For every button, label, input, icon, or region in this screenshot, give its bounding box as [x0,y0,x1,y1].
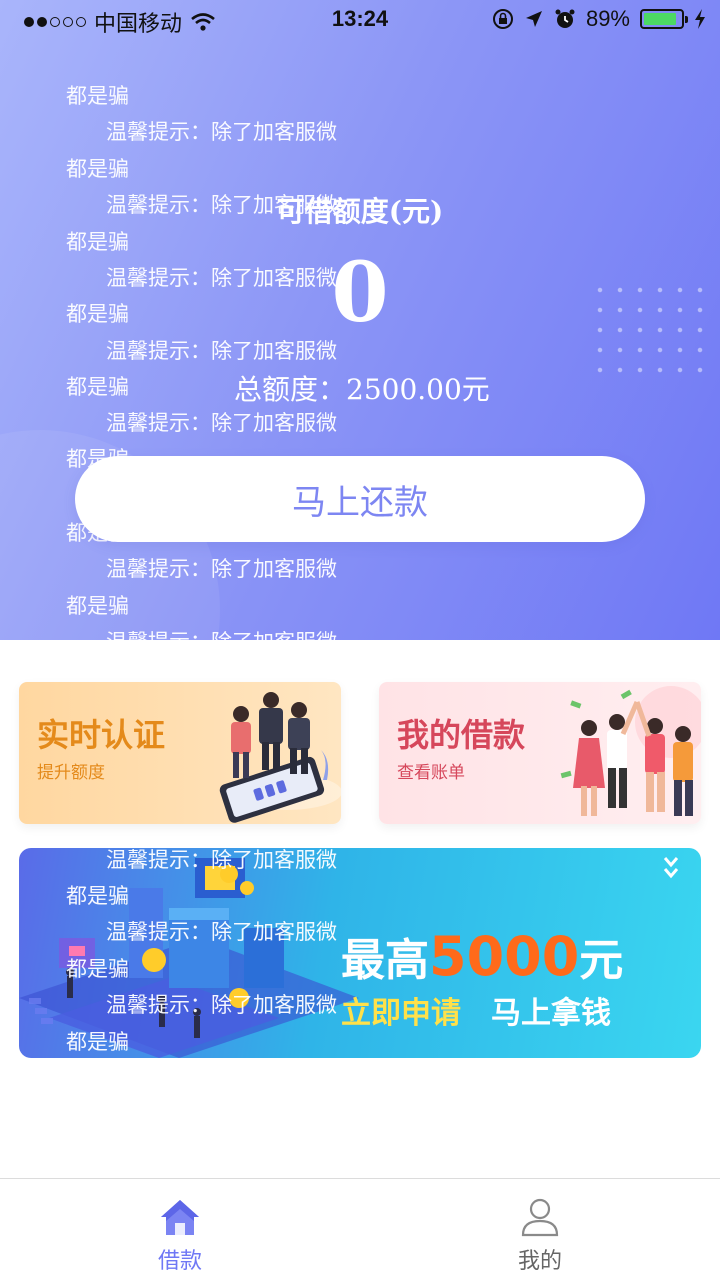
user-profile-icon [521,1198,559,1237]
location-icon [525,11,542,27]
notice-text: 都是骗 [66,157,129,181]
double-chevron-down-icon [663,857,679,879]
realtime-verification-card[interactable]: 实时认证 提升额度 [19,682,341,824]
status-bar: 中国移动 13:24 89% [0,0,720,40]
banner-subline: 立即申请 马上拿钱 [341,988,611,1032]
card-subtitle: 查看账单 [397,763,465,783]
notice-text: 温馨提示：除了加客服微 [106,411,337,435]
alarm-icon [555,9,575,28]
card-title: 我的借款 [397,716,526,754]
charging-icon [695,9,705,29]
banner-suffix: 元 [579,935,624,986]
notice-text: 温馨提示：除了加客服微 [106,557,337,581]
apply-now-text: 立即申请 [341,996,461,1031]
tab-label: 借款 [157,1249,202,1274]
total-credit-label: 总额度： [234,373,347,406]
my-loans-card[interactable]: 我的借款 查看账单 [379,682,701,824]
promo-banner[interactable]: 温馨提示：除了加客服微 都是骗 温馨提示：除了加客服微 都是骗 温馨提示：除了加… [19,848,701,1058]
notice-text: 温馨提示：除了加客服微 [106,120,337,144]
business-people-phone-illustration [219,692,341,823]
battery-icon [640,9,688,29]
celebrating-people-illustration [560,686,701,816]
notice-text: 温馨提示：除了加客服微 [106,993,337,1017]
banner-prefix: 最高 [341,935,429,986]
tab-mine[interactable]: 我的 [360,1179,720,1280]
total-credit-value: 2500.00元 [346,373,490,406]
get-money-text: 马上拿钱 [491,996,611,1031]
available-credit-value: 0 [331,245,389,341]
bottom-tab-bar: 借款 我的 [0,1178,720,1280]
battery-percent: 89% [585,6,630,31]
banner-amount: 5000 [429,925,580,988]
available-credit-label: 可借额度(元) [276,195,444,228]
notice-text: 都是骗 [66,884,129,908]
tab-label: 我的 [517,1249,562,1274]
notice-text: 温馨提示：除了加客服微 [106,626,337,640]
repay-now-button[interactable]: 马上还款 [75,456,645,542]
notice-text: 温馨提示：除了加客服微 [106,848,337,872]
card-subtitle: 提升额度 [37,763,105,783]
banner-headline: 最高5000元 [341,924,623,988]
notice-text: 都是骗 [66,594,129,618]
notice-text: 都是骗 [66,957,129,981]
notice-text: 温馨提示：除了加客服微 [106,920,337,944]
credit-header: 中国移动 13:24 89% 都是骗 温馨提示：除了加客服微 都是骗 温馨提示：… [0,0,720,640]
notice-text: 都是骗 [66,84,129,108]
tab-loan[interactable]: 借款 [0,1179,360,1280]
notice-text: 温馨提示：除了加客服微 [106,339,337,363]
notice-text: 都是骗 [66,375,129,399]
total-credit: 总额度：2500.00元 [234,368,490,408]
notice-text: 都是骗 [66,1030,129,1054]
home-icon [161,1200,199,1235]
rotation-lock-icon [492,9,513,29]
card-title: 实时认证 [37,716,166,754]
